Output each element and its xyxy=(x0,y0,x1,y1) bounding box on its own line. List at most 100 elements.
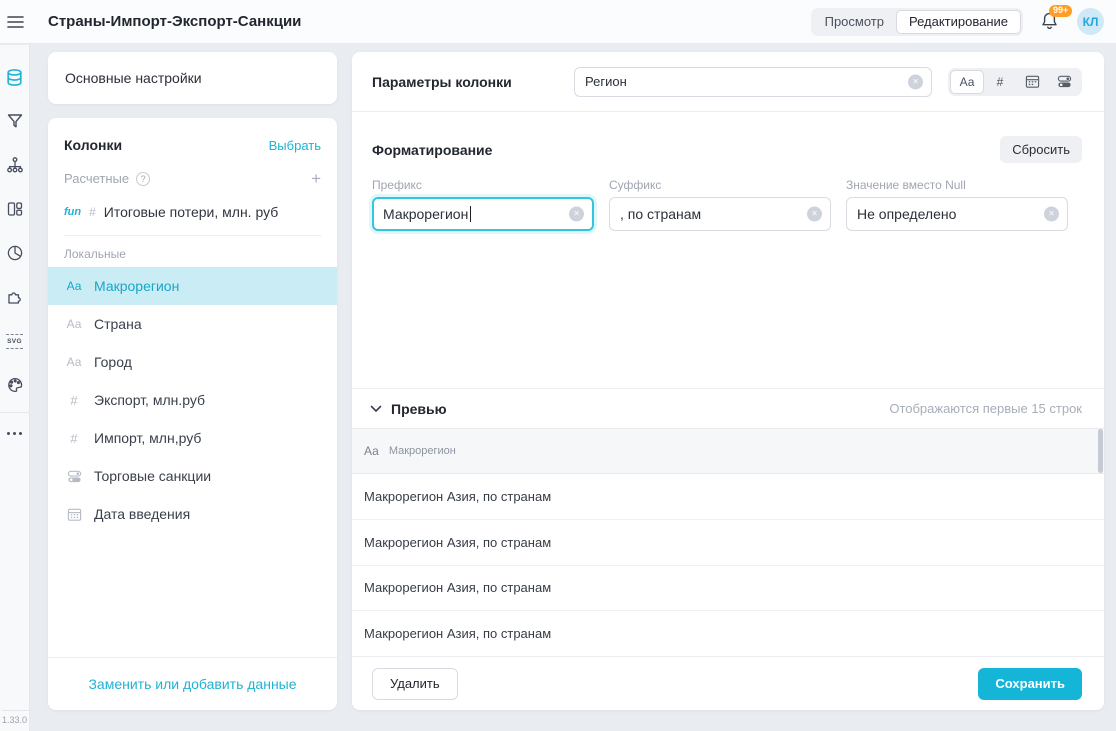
formatting-section: Форматирование Сбросить Префикс Макрорег… xyxy=(352,112,1104,388)
prefix-label: Префикс xyxy=(372,178,594,192)
toggle-icon xyxy=(1057,74,1072,89)
notifications-button[interactable]: 99+ xyxy=(1040,11,1060,33)
type-text-button[interactable]: Аа xyxy=(950,70,984,94)
app-header: Страны-Импорт-Экспорт-Санкции Просмотр Р… xyxy=(0,0,1116,44)
preview-note: Отображаются первые 15 строк xyxy=(889,401,1082,416)
main-settings-item[interactable]: Основные настройки xyxy=(48,52,337,104)
toggle-type-icon xyxy=(67,469,82,484)
rail-button-theme[interactable] xyxy=(0,363,30,407)
column-item-import[interactable]: # Импорт, млн,руб xyxy=(48,419,337,457)
null-value-label: Значение вместо Null xyxy=(846,178,1068,192)
calculated-column-item[interactable]: fun # Итоговые потери, млн. руб xyxy=(48,191,337,235)
mode-view-button[interactable]: Просмотр xyxy=(813,10,896,34)
app-version: 1.33.0 xyxy=(2,710,32,725)
rail-button-more[interactable] xyxy=(0,418,30,448)
rail-button-plugins[interactable] xyxy=(0,275,30,319)
column-params-header: Параметры колонки Регион × Аа # xyxy=(352,52,1104,112)
help-icon[interactable]: ? xyxy=(136,172,150,186)
table-row: Макрорегион Азия, по странам xyxy=(352,566,1104,612)
column-item-sanctions[interactable]: Торговые санкции xyxy=(48,457,337,495)
select-columns-link[interactable]: Выбрать xyxy=(269,138,321,153)
text-cursor xyxy=(470,206,471,222)
column-item-city[interactable]: Аа Город xyxy=(48,343,337,381)
calendar-icon xyxy=(1025,74,1040,89)
clear-icon[interactable]: × xyxy=(807,207,822,222)
pie-chart-icon xyxy=(6,244,24,262)
collapse-preview-button[interactable] xyxy=(370,405,382,413)
suffix-field: Суффикс , по странам × xyxy=(609,178,831,231)
add-calculated-button[interactable]: + xyxy=(311,170,321,187)
panel-footer: Удалить Сохранить xyxy=(352,656,1104,710)
rail-divider xyxy=(0,412,30,413)
database-icon xyxy=(5,68,24,87)
rail-button-svg[interactable]: SVG xyxy=(0,319,30,363)
suffix-value: , по странам xyxy=(620,206,701,222)
table-row: Макрорегион Азия, по странам xyxy=(352,474,1104,520)
hierarchy-icon xyxy=(6,156,24,174)
columns-panel: Колонки Выбрать Расчетные ? + fun # Итог… xyxy=(48,118,337,710)
preview-title: Превью xyxy=(391,401,447,417)
puzzle-icon xyxy=(6,288,24,306)
menu-toggle-button[interactable] xyxy=(0,0,30,44)
column-params-title: Параметры колонки xyxy=(372,74,574,90)
column-label: Город xyxy=(94,354,132,370)
null-value-value: Не определено xyxy=(857,206,956,222)
app-window: Страны-Импорт-Экспорт-Санкции Просмотр Р… xyxy=(0,0,1116,731)
clear-icon[interactable]: × xyxy=(569,207,584,222)
filter-icon xyxy=(6,112,24,130)
columns-title: Колонки xyxy=(64,137,122,153)
reset-button[interactable]: Сбросить xyxy=(1000,136,1082,163)
header-controls: Просмотр Редактирование 99+ КЛ xyxy=(811,8,1116,36)
column-item-date[interactable]: Дата введения xyxy=(48,495,337,533)
columns-list: Аа Макрорегион Аа Страна Аа Город # Эксп… xyxy=(48,267,337,533)
rail-button-layout[interactable] xyxy=(0,187,30,231)
column-item-export[interactable]: # Экспорт, млн.руб xyxy=(48,381,337,419)
column-settings-panel: Параметры колонки Регион × Аа # xyxy=(352,52,1104,710)
number-type-icon: # xyxy=(64,431,84,446)
rail-button-filters[interactable] xyxy=(0,99,30,143)
text-type-icon: Аа xyxy=(64,317,84,331)
replace-data-link[interactable]: Заменить или добавить данные xyxy=(88,676,296,692)
chevron-down-icon xyxy=(370,405,382,413)
left-toolbar: SVG 1.33.0 xyxy=(0,45,30,731)
number-type-icon: # xyxy=(89,205,96,219)
null-value-input[interactable]: Не определено × xyxy=(846,197,1068,231)
function-icon: fun xyxy=(64,206,81,218)
layout-icon xyxy=(6,200,24,218)
suffix-input[interactable]: , по странам × xyxy=(609,197,831,231)
delete-button[interactable]: Удалить xyxy=(372,668,458,700)
calculated-column-label: Итоговые потери, млн. руб xyxy=(104,204,278,220)
clear-icon[interactable]: × xyxy=(908,74,923,89)
text-type-icon: Аа xyxy=(364,444,379,458)
svg-icon: SVG xyxy=(6,334,23,349)
rail-button-charts[interactable] xyxy=(0,231,30,275)
plus-icon: + xyxy=(311,169,321,188)
prefix-value: Макрорегион xyxy=(383,206,468,222)
save-button[interactable]: Сохранить xyxy=(978,668,1082,700)
preview-header: Превью Отображаются первые 15 строк xyxy=(352,388,1104,428)
number-type-icon: # xyxy=(64,393,84,408)
rail-button-model[interactable] xyxy=(0,143,30,187)
calculated-label: Расчетные xyxy=(64,171,129,186)
notifications-badge: 99+ xyxy=(1049,5,1072,17)
type-date-button[interactable] xyxy=(1016,70,1048,94)
mode-edit-button[interactable]: Редактирование xyxy=(896,10,1021,34)
prefix-input[interactable]: Макрорегион × xyxy=(372,197,594,231)
type-boolean-button[interactable] xyxy=(1048,70,1080,94)
formatting-fields: Префикс Макрорегион × Суффикс , по стран… xyxy=(372,178,1082,231)
type-number-button[interactable]: # xyxy=(984,70,1016,94)
preview-scrollbar[interactable] xyxy=(1098,429,1103,473)
ellipsis-icon xyxy=(7,432,22,435)
calculated-section-header: Расчетные ? + xyxy=(48,161,337,191)
palette-icon xyxy=(6,376,24,394)
column-type-switcher: Аа # xyxy=(948,68,1082,96)
column-label: Дата введения xyxy=(94,506,190,522)
column-item-macroregion[interactable]: Аа Макрорегион xyxy=(48,267,337,305)
column-label: Макрорегион xyxy=(94,278,179,294)
text-type-icon: Аа xyxy=(64,355,84,369)
column-name-input[interactable]: Регион × xyxy=(574,67,932,97)
rail-button-data[interactable] xyxy=(0,55,30,99)
avatar[interactable]: КЛ xyxy=(1077,8,1104,35)
column-item-country[interactable]: Аа Страна xyxy=(48,305,337,343)
clear-icon[interactable]: × xyxy=(1044,207,1059,222)
